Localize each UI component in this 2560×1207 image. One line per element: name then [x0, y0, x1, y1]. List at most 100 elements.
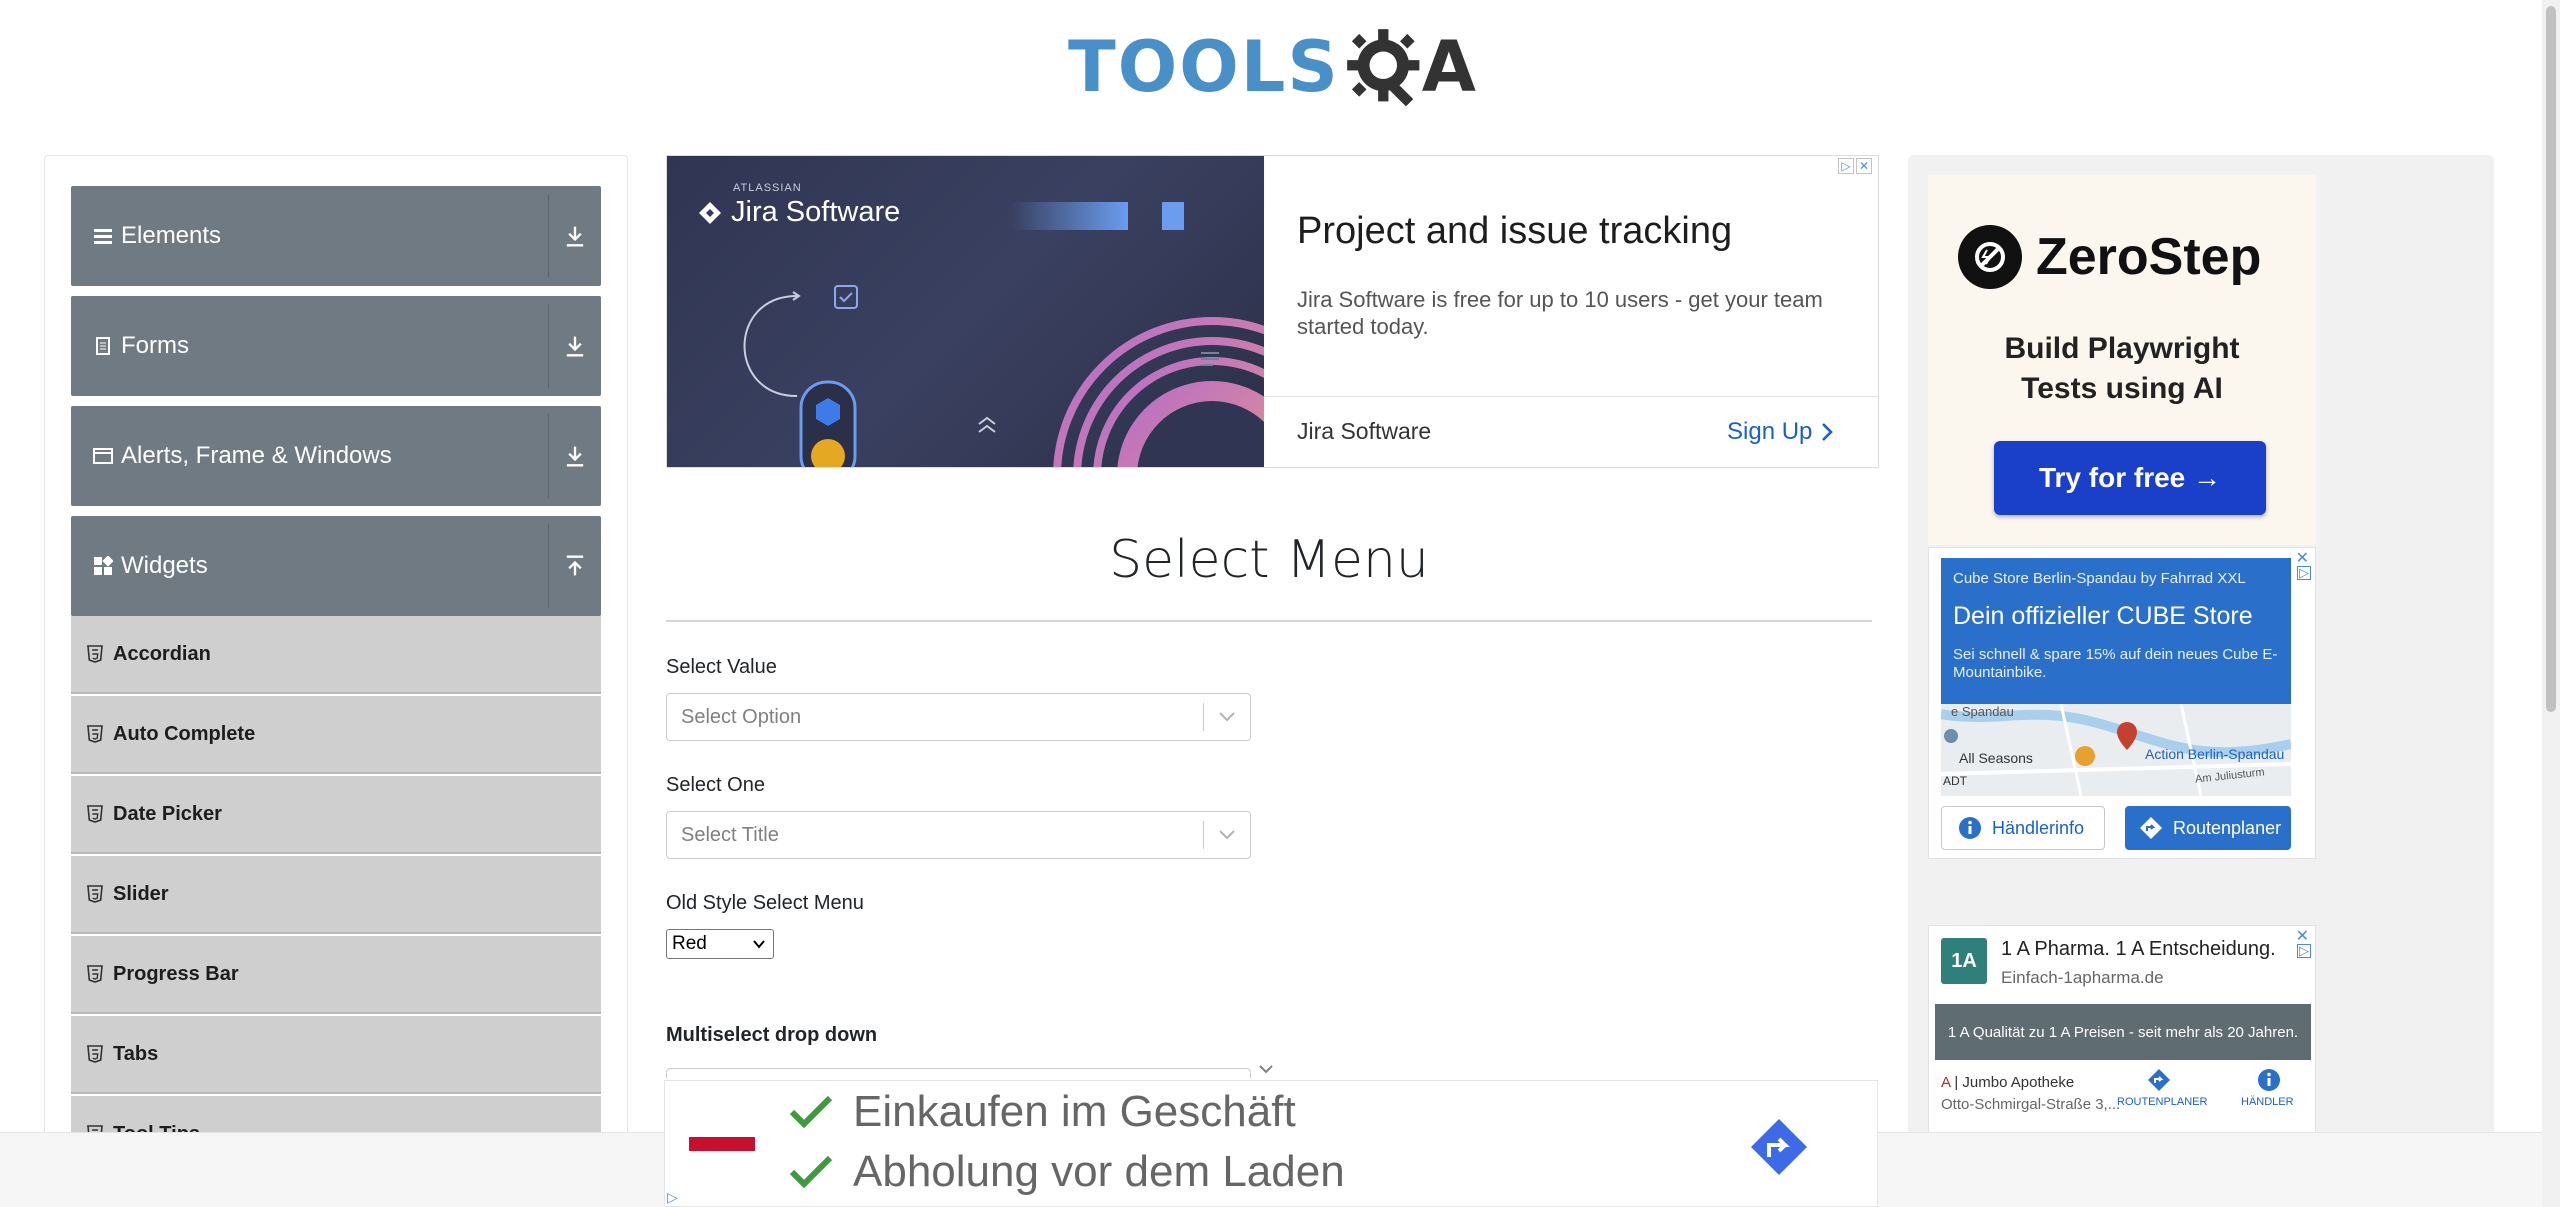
ad-info-icon[interactable]: ▷ [2297, 943, 2311, 958]
ad-choices-badge[interactable]: ▷ ✕ [1838, 158, 1872, 174]
pharma-route-link[interactable]: ROUTENPLANER [2117, 1096, 2207, 1108]
ad-description: Jira Software is free for up to 10 users… [1297, 287, 1823, 339]
ad-title: Project and issue tracking [1297, 210, 1733, 252]
sidebar-group-label: Widgets [121, 552, 208, 579]
bottom-ad-line-2: Abholung vor dem Laden [789, 1147, 1345, 1197]
chevron-down-icon[interactable] [1258, 1064, 1274, 1076]
upload-arrow-icon[interactable] [561, 552, 589, 580]
bottom-ad-line-1-text: Einkaufen im Geschäft [853, 1087, 1296, 1136]
multiselect-dropdown[interactable] [666, 1068, 1251, 1078]
title-divider [666, 620, 1872, 622]
zerostep-headline: Build Playwright Tests using AI [1928, 329, 2316, 409]
toolsqa-logo[interactable]: TOOLS A [1068, 18, 1476, 116]
select-value-dropdown[interactable]: Select Option [666, 693, 1251, 741]
ad-footer-brand: Jira Software [1297, 418, 1432, 444]
sidebar-item-accordian[interactable]: Accordian [71, 616, 601, 694]
download-arrow-icon[interactable] [561, 442, 589, 470]
sidebar-group-widgets[interactable]: Widgets [71, 516, 601, 616]
logo-text-tools: TOOLS [1068, 26, 1340, 108]
map-label: All Seasons [1959, 750, 2033, 766]
sidebar-item-label: Tabs [113, 1042, 159, 1065]
select-value-placeholder: Select Option [681, 705, 802, 728]
checkmark-icon [789, 1095, 833, 1129]
window-icon [93, 448, 113, 464]
sidebar-item-progress-bar[interactable]: Progress Bar [71, 936, 601, 1014]
html5-icon [87, 805, 103, 823]
pharma-url: Einfach-1apharma.de [2001, 968, 2164, 987]
cube-map[interactable]: All Seasons Action Berlin-Spandau Am Jul… [1941, 704, 2291, 796]
pharma-store: A | Jumbo Apotheke [1941, 1074, 2075, 1091]
select-one-dropdown[interactable]: Select Title [666, 811, 1251, 859]
jira-ad-banner[interactable]: ATLASSIAN Jira Software ▷ ✕ Project and … [666, 155, 1879, 468]
jira-ad-artwork: ATLASSIAN Jira Software [667, 156, 1264, 467]
zerostep-brand: ZeroStep [1958, 225, 2261, 289]
pharma-store-prefix: A [1941, 1074, 1951, 1091]
ad-choices-icon[interactable]: ▷ [667, 1189, 678, 1206]
ad-signup-link[interactable]: Sign Up [1727, 418, 1834, 446]
cube-description: Sei schnell & spare 15% auf dein neues C… [1953, 646, 2278, 681]
widgets-icon [94, 556, 113, 575]
routenplaner-button[interactable]: Routenplaner [2125, 806, 2291, 850]
old-style-select-value: Red [672, 933, 707, 954]
ad-signup-label: Sign Up [1727, 418, 1813, 445]
map-label: e Spandau [1951, 704, 2014, 719]
cube-ad-header: Cube Store Berlin-Spandau by Fahrrad XXL… [1941, 558, 2291, 704]
sidebar-group-label: Alerts, Frame & Windows [121, 442, 392, 469]
sidebar-item-auto-complete[interactable]: Auto Complete [71, 696, 601, 774]
scrollbar-thumb[interactable] [2546, 6, 2556, 712]
pharma-store-name: Jumbo Apotheke [1962, 1074, 2075, 1091]
sidebar-group-alerts[interactable]: Alerts, Frame & Windows [71, 406, 601, 506]
zerostep-ad[interactable]: ZeroStep Build Playwright Tests using AI… [1928, 175, 2316, 545]
pharma-title: 1 A Pharma. 1 A Entscheidung. [2001, 938, 2276, 960]
select-one-label: Select One [666, 774, 765, 796]
pharma-banner: 1 A Qualität zu 1 A Preisen - seit mehr … [1935, 1004, 2311, 1060]
pharma-dealer-link[interactable]: HÄNDLER [2241, 1096, 2294, 1108]
bottom-ad-banner[interactable]: Einkaufen im Geschäft Abholung vor dem L… [664, 1080, 1878, 1207]
sidebar-group-forms[interactable]: Forms [71, 296, 601, 396]
directions-icon[interactable] [1749, 1117, 1809, 1177]
multiselect-label: Multiselect drop down [666, 1024, 878, 1046]
sidebar-group-elements[interactable]: Elements [71, 186, 601, 286]
zerostep-logo-icon [1958, 225, 2022, 289]
ad-info-icon[interactable]: ▷ [1838, 158, 1854, 174]
ad-info-icon[interactable]: ▷ [2297, 565, 2311, 580]
html5-icon [87, 965, 103, 983]
html5-icon [87, 645, 103, 663]
sidebar-item-slider[interactable]: Slider [71, 856, 601, 934]
group-divider [548, 194, 549, 278]
html5-icon [87, 1045, 103, 1063]
sidebar-item-label: Progress Bar [113, 962, 239, 985]
try-for-free-button[interactable]: Try for free → [1994, 441, 2266, 515]
bottom-ad-line-1: Einkaufen im Geschäft [789, 1087, 1296, 1137]
sidebar-item-label: Auto Complete [113, 722, 256, 745]
chevron-down-icon [753, 940, 765, 949]
jira-illustration [743, 202, 1264, 467]
cube-store-ad[interactable]: ✕ ▷ Cube Store Berlin-Spandau by Fahrrad… [1928, 547, 2316, 859]
ad-close-icon[interactable]: ✕ [1856, 158, 1872, 174]
pharma-logo: 1A [1941, 938, 1987, 984]
sidebar-item-label: Accordian [113, 642, 211, 665]
page-title: Select Menu [1109, 530, 1429, 590]
hamburger-icon [94, 229, 112, 244]
chevron-down-icon[interactable] [1204, 694, 1250, 740]
chevron-down-icon[interactable] [1204, 812, 1250, 858]
select-one-placeholder: Select Title [681, 823, 779, 846]
document-icon [96, 337, 110, 355]
directions-icon[interactable] [2147, 1068, 2171, 1092]
group-divider [548, 304, 549, 388]
sidebar-item-date-picker[interactable]: Date Picker [71, 776, 601, 854]
group-divider [548, 414, 549, 498]
group-divider [548, 524, 549, 608]
download-arrow-icon[interactable] [561, 222, 589, 250]
haendlerinfo-label: Händlerinfo [1992, 817, 2085, 838]
chevron-right-icon [1822, 423, 1834, 441]
page-scrollbar[interactable] [2542, 0, 2560, 1207]
download-arrow-icon[interactable] [561, 332, 589, 360]
sidebar-item-tabs[interactable]: Tabs [71, 1016, 601, 1094]
haendlerinfo-button[interactable]: Händlerinfo [1941, 806, 2105, 850]
cube-advertiser: Cube Store Berlin-Spandau by Fahrrad XXL [1953, 570, 2246, 587]
old-style-select[interactable]: Red [666, 929, 774, 959]
html5-icon [87, 725, 103, 743]
info-icon[interactable] [2257, 1068, 2281, 1092]
advertiser-logo [689, 1137, 755, 1151]
